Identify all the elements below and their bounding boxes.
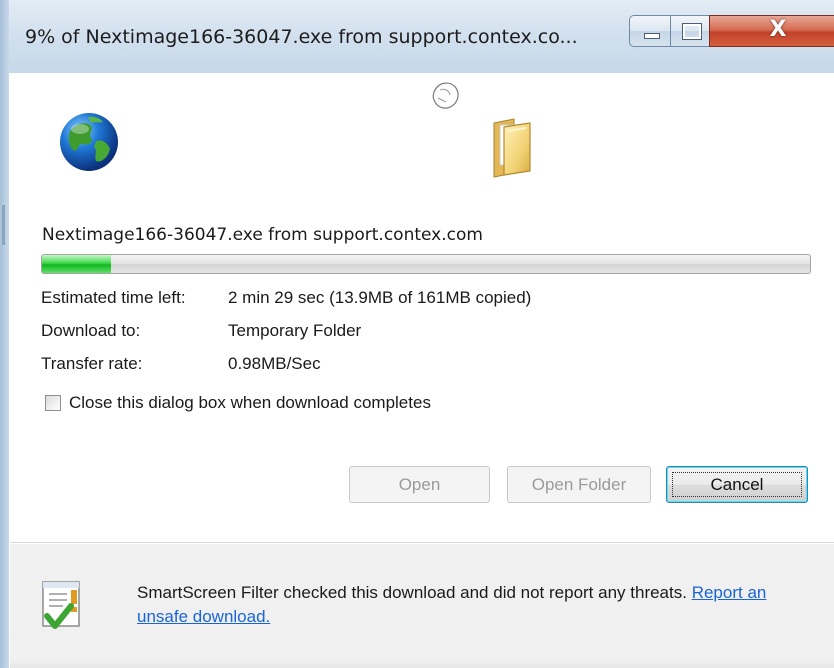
estimated-time-value: 2 min 29 sec (13.9MB of 161MB copied) [228, 288, 532, 307]
close-icon: X [769, 17, 787, 42]
maximize-button[interactable] [670, 15, 710, 47]
close-when-complete-checkbox[interactable] [45, 395, 61, 411]
close-button[interactable]: X [709, 15, 834, 47]
smartscreen-footer: SmartScreen Filter checked this download… [10, 544, 834, 668]
download-progress-fill [42, 255, 112, 273]
globe-icon [60, 113, 118, 171]
smartscreen-message: SmartScreen Filter checked this download… [137, 583, 687, 602]
download-progress-bar [41, 254, 811, 274]
open-button[interactable]: Open [349, 466, 490, 503]
title-bar[interactable]: 9% of Nextimage166-36047.exe from suppor… [9, 0, 834, 73]
folder-icon [493, 118, 531, 178]
caption-buttons: X [629, 15, 834, 49]
flying-page-icon [432, 82, 459, 109]
download-to-value: Temporary Folder [228, 321, 362, 340]
transfer-rate-label: Transfer rate: [41, 354, 143, 373]
cancel-button[interactable]: Cancel [666, 466, 808, 503]
minimize-button[interactable] [629, 15, 671, 47]
close-when-complete-label[interactable]: Close this dialog box when download comp… [69, 393, 431, 413]
estimated-time-label: Estimated time left: [41, 288, 186, 307]
download-dialog: 9% of Nextimage166-36047.exe from suppor… [0, 0, 834, 668]
smartscreen-message-block: SmartScreen Filter checked this download… [137, 581, 797, 629]
open-folder-button[interactable]: Open Folder [507, 466, 651, 503]
focus-rectangle [672, 472, 802, 497]
maximize-icon [682, 23, 702, 40]
dialog-body: Nextimage166-36047.exe from support.cont… [10, 73, 834, 668]
download-filename: Nextimage166-36047.exe from support.cont… [42, 225, 483, 245]
minimize-icon [644, 33, 660, 39]
window-frame-left [0, 0, 9, 668]
transfer-rate-value: 0.98MB/Sec [228, 354, 321, 373]
smartscreen-shield-icon [42, 581, 80, 629]
download-to-label: Download to: [41, 321, 141, 340]
footer-bottom-edge [10, 660, 834, 668]
window-title: 9% of Nextimage166-36047.exe from suppor… [25, 26, 578, 48]
